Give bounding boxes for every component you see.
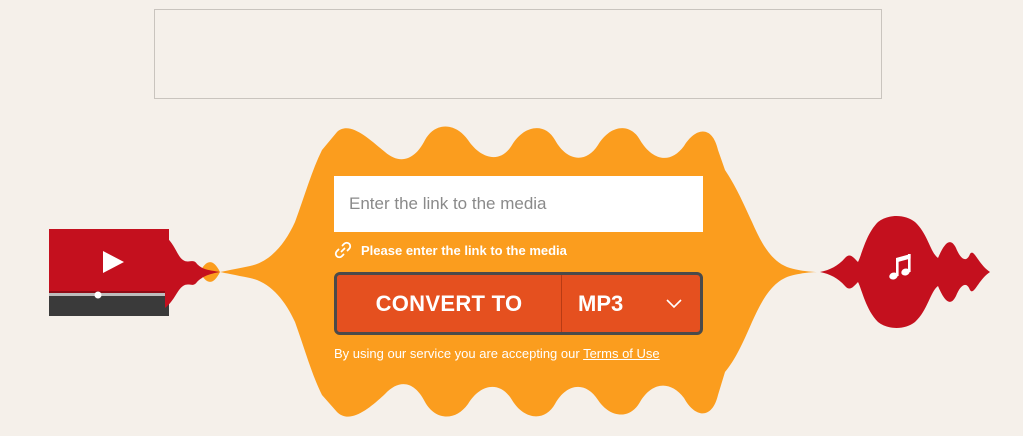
terms-prefix: By using our service you are accepting o…: [334, 346, 584, 361]
terms-of-use-link[interactable]: Terms of Use: [583, 346, 660, 361]
validation-hint: Please enter the link to the media: [334, 241, 704, 259]
chevron-down-icon: [666, 298, 682, 308]
converter-form: Please enter the link to the media CONVE…: [334, 176, 704, 361]
media-url-input[interactable]: [334, 176, 703, 232]
hint-text: Please enter the link to the media: [361, 242, 567, 258]
left-red-spikes: [165, 236, 220, 308]
convert-button[interactable]: CONVERT TO: [337, 275, 562, 332]
format-select[interactable]: MP3: [562, 275, 700, 332]
video-player-icon: [49, 229, 169, 316]
terms-notice: By using our service you are accepting o…: [334, 346, 704, 361]
format-selected-value: MP3: [578, 290, 624, 316]
convert-bar: CONVERT TO MP3: [334, 272, 703, 335]
link-icon: [334, 241, 352, 259]
music-note-icon: [820, 216, 990, 328]
